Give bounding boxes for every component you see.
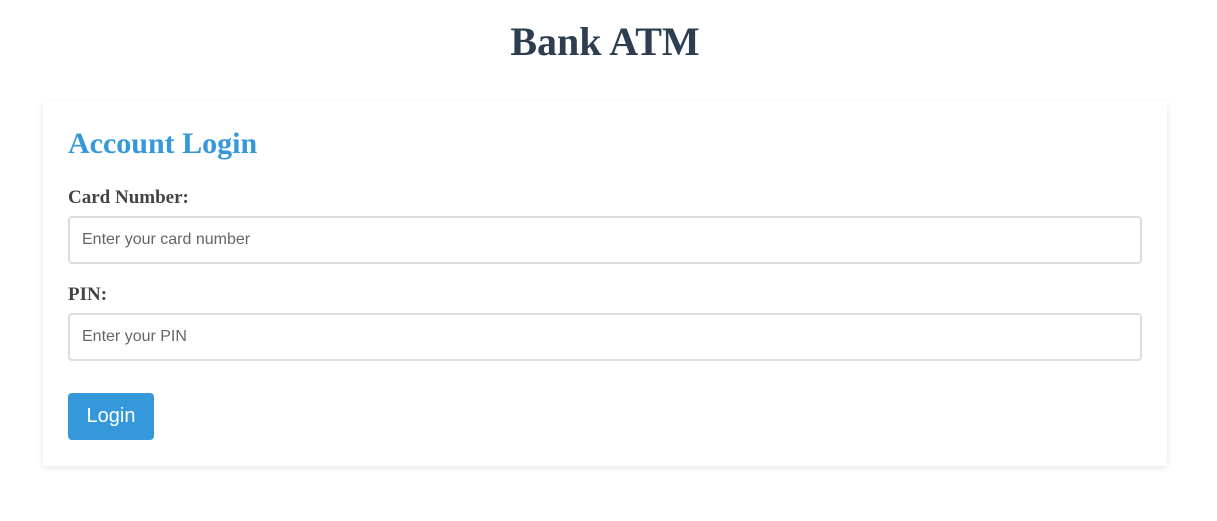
pin-input[interactable] [68,313,1142,361]
page-title: Bank ATM [510,19,700,64]
login-card: Account Login Card Number: PIN: Login [43,101,1167,466]
pin-label: PIN: [68,284,108,305]
card-number-label: Card Number: [68,187,189,208]
card-number-input[interactable] [68,216,1142,264]
login-card-heading: Account Login [68,127,258,160]
login-button[interactable]: Login [68,393,154,440]
